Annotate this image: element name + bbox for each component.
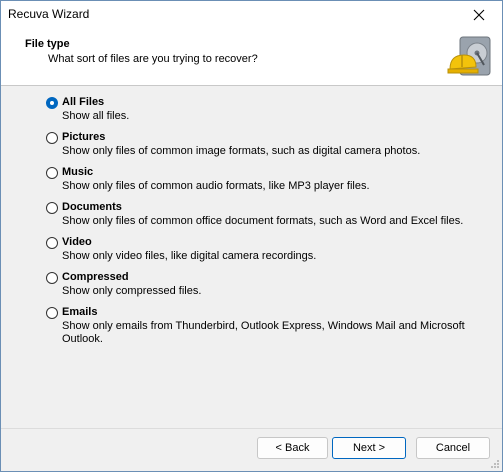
- option-description: Show only files of common image formats,…: [62, 145, 421, 157]
- radio-button[interactable]: [46, 307, 58, 319]
- option-label: Compressed: [62, 271, 129, 283]
- close-icon: [473, 9, 485, 21]
- option-label: Video: [62, 236, 92, 248]
- title-bar: Recuva Wizard: [1, 1, 502, 29]
- option-description: Show only files of common office documen…: [62, 215, 464, 227]
- radio-button[interactable]: [46, 202, 58, 214]
- footer-divider: [1, 428, 502, 429]
- close-button[interactable]: [456, 1, 502, 29]
- wizard-window: Recuva Wizard File type What sort of fil…: [0, 0, 503, 472]
- radio-button[interactable]: [46, 132, 58, 144]
- back-button[interactable]: < Back: [257, 437, 328, 459]
- option-compressed[interactable]: Compressed Show only compressed files.: [46, 271, 486, 306]
- page-subtitle: What sort of files are you trying to rec…: [48, 53, 258, 65]
- cancel-button[interactable]: Cancel: [416, 437, 490, 459]
- option-description: Show only files of common audio formats,…: [62, 180, 370, 192]
- option-video[interactable]: Video Show only video files, like digita…: [46, 236, 486, 271]
- resize-grip-icon[interactable]: [490, 459, 500, 469]
- option-all-files[interactable]: All Files Show all files.: [46, 96, 486, 131]
- option-documents[interactable]: Documents Show only files of common offi…: [46, 201, 486, 236]
- recuva-logo-icon: [447, 36, 491, 76]
- option-description: Show all files.: [62, 110, 130, 122]
- option-pictures[interactable]: Pictures Show only files of common image…: [46, 131, 486, 166]
- radio-button[interactable]: [46, 97, 58, 109]
- file-type-options: All Files Show all files. Pictures Show …: [46, 96, 486, 345]
- option-label: Pictures: [62, 131, 106, 143]
- option-music[interactable]: Music Show only files of common audio fo…: [46, 166, 486, 201]
- page-title: File type: [25, 38, 70, 50]
- option-description: Show only compressed files.: [62, 285, 202, 297]
- option-label: Emails: [62, 306, 98, 318]
- option-description: Show only emails from Thunderbird, Outlo…: [62, 320, 465, 345]
- option-label: Documents: [62, 201, 122, 213]
- option-label: Music: [62, 166, 94, 178]
- radio-button[interactable]: [46, 167, 58, 179]
- option-description: Show only video files, like digital came…: [62, 250, 317, 262]
- option-label: All Files: [62, 96, 105, 108]
- next-button[interactable]: Next >: [332, 437, 406, 459]
- radio-button[interactable]: [46, 272, 58, 284]
- option-emails[interactable]: Emails Show only emails from Thunderbird…: [46, 306, 486, 345]
- wizard-header: File type What sort of files are you try…: [1, 29, 502, 86]
- radio-button[interactable]: [46, 237, 58, 249]
- window-title: Recuva Wizard: [8, 7, 90, 21]
